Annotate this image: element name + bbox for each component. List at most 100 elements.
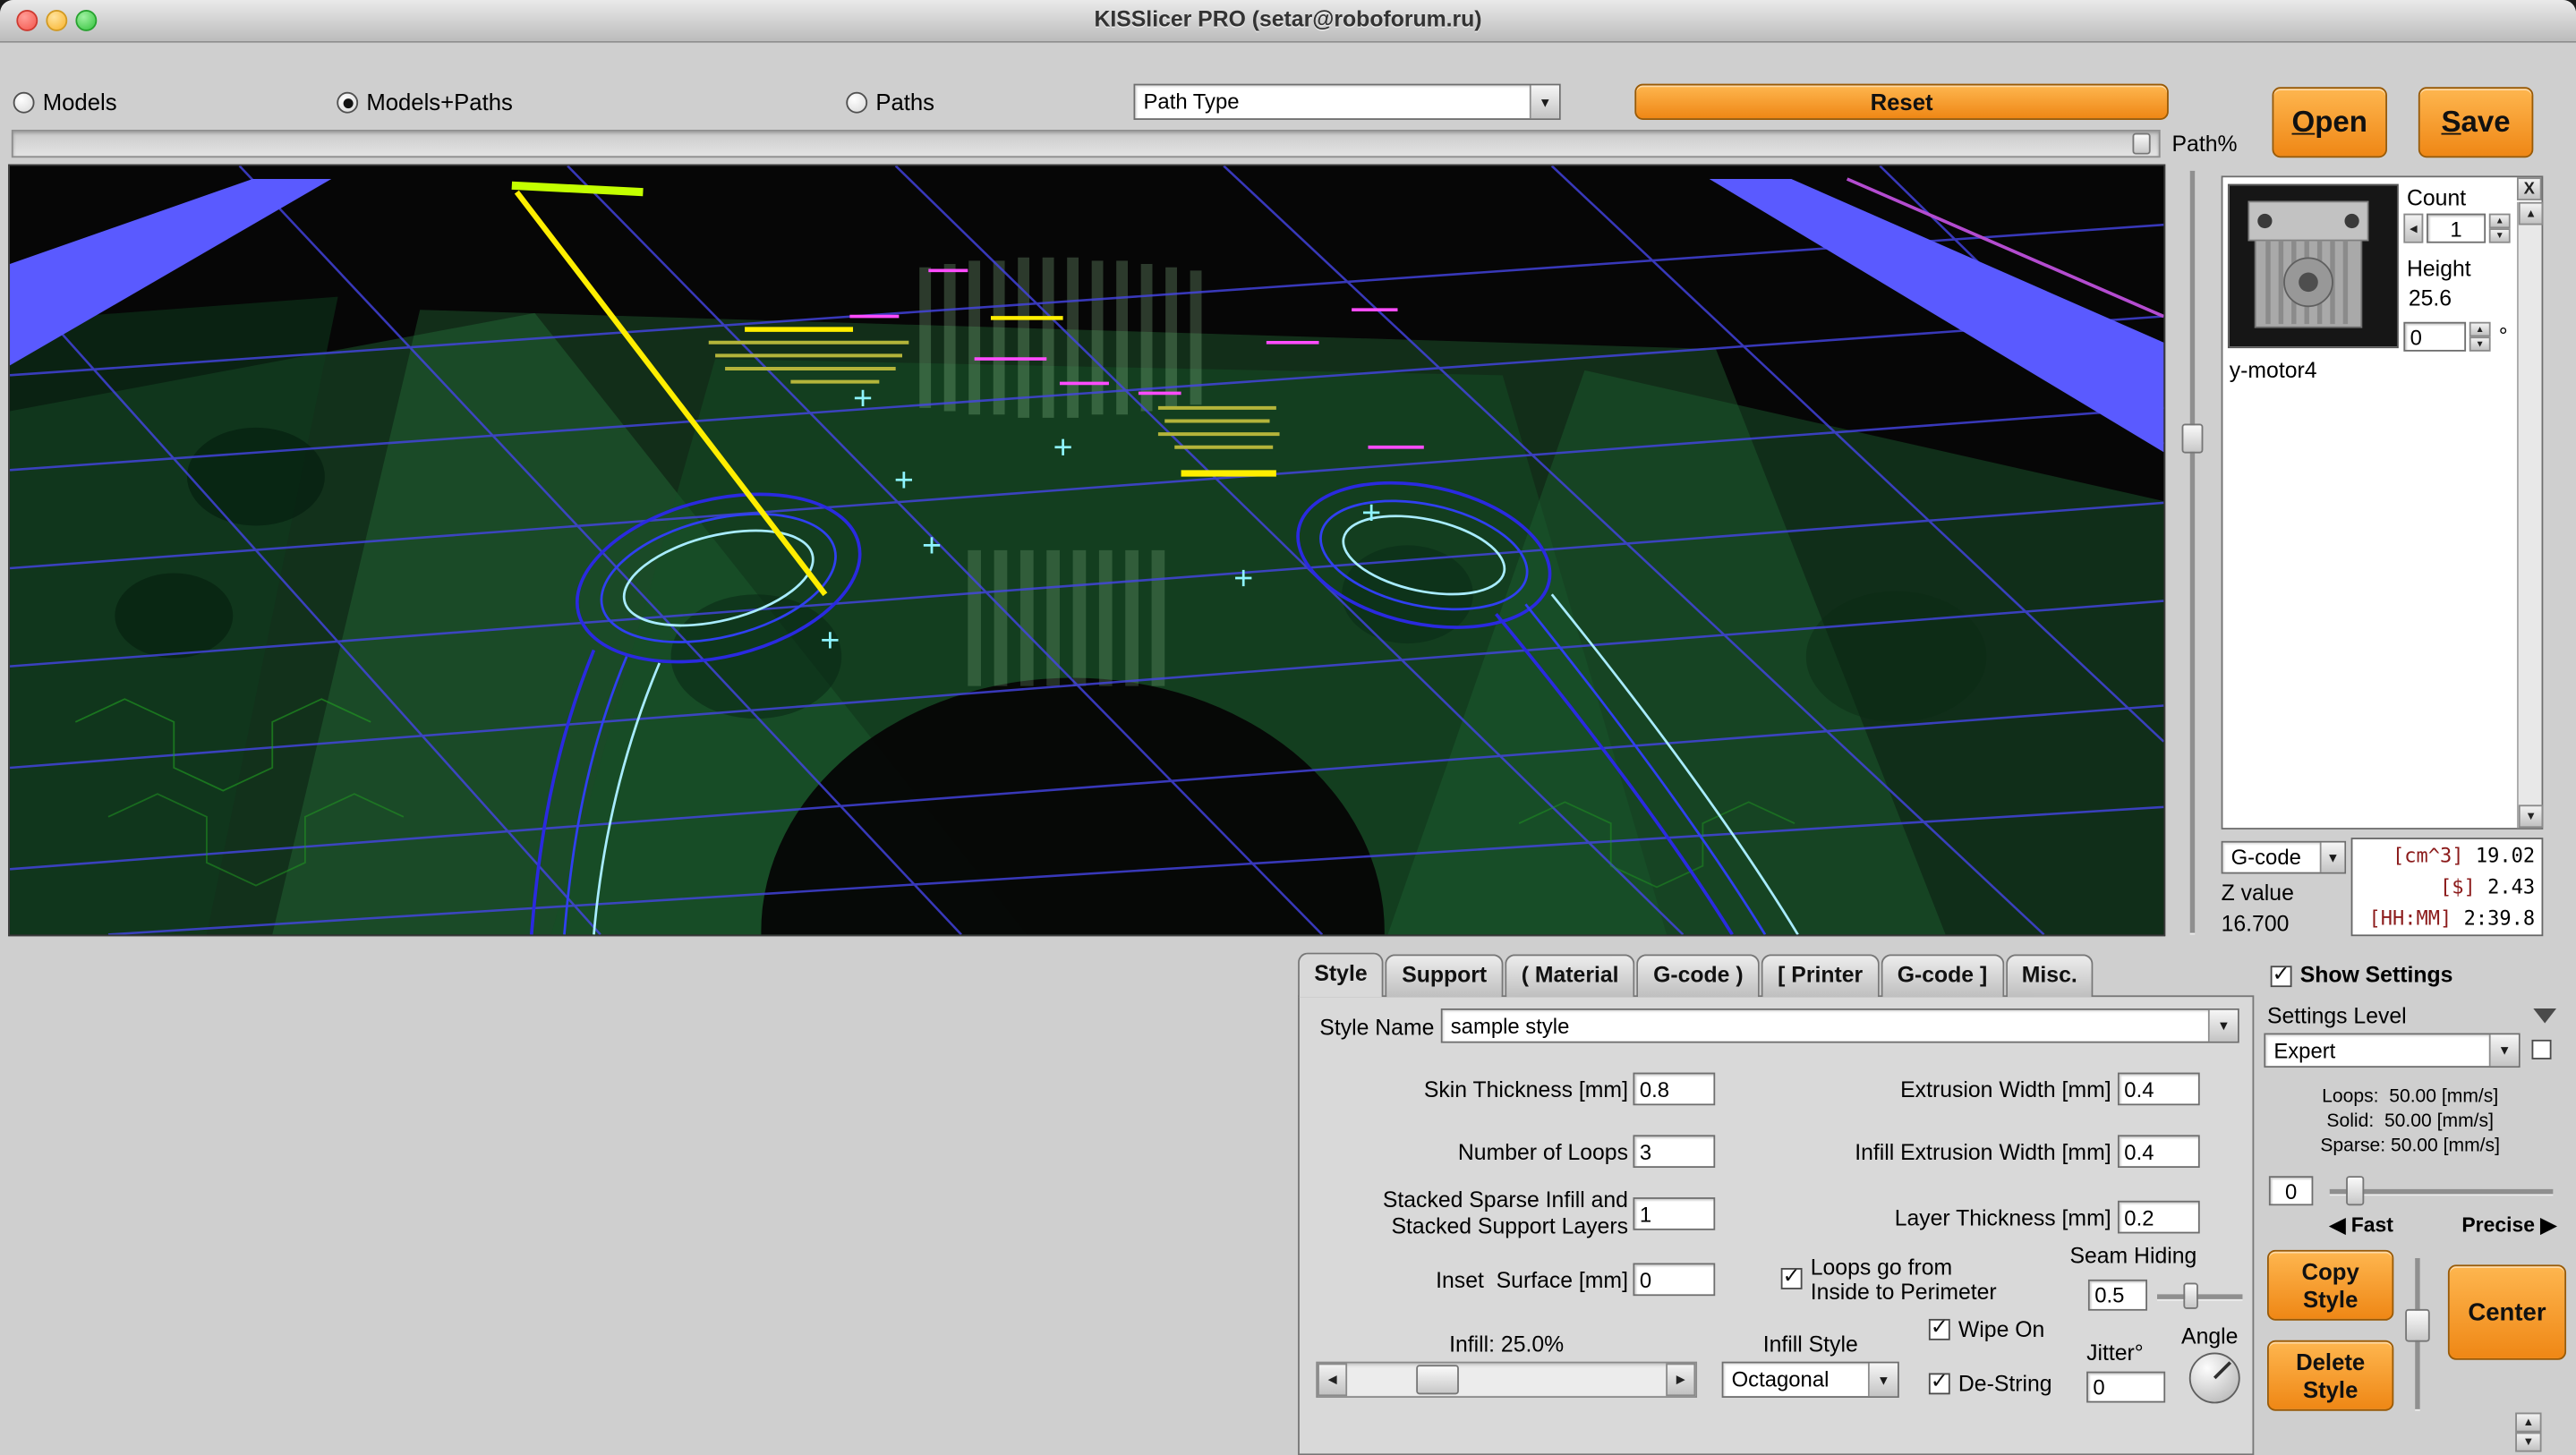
copy-style-button[interactable]: Copy Style bbox=[2267, 1250, 2393, 1321]
count-decrement-icon[interactable]: ◀ bbox=[2403, 214, 2423, 243]
layer-thickness-label: Layer Thickness [mm] bbox=[1786, 1205, 2111, 1230]
reset-button[interactable]: Reset bbox=[1634, 84, 2169, 120]
settings-level-chevron-down-icon[interactable]: ▼ bbox=[2489, 1034, 2519, 1066]
view-slider-track[interactable] bbox=[2190, 171, 2196, 933]
count-spin-down-icon[interactable]: ▼ bbox=[2489, 228, 2511, 243]
corner-scrollbar[interactable]: ▲ ▼ bbox=[2515, 1413, 2541, 1452]
model-thumbnail-render bbox=[2230, 185, 2397, 346]
style-name-label: Style Name bbox=[1303, 1015, 1435, 1040]
infill-style-chevron-down-icon[interactable]: ▼ bbox=[1868, 1363, 1898, 1396]
style-name-chevron-down-icon[interactable]: ▼ bbox=[2208, 1010, 2238, 1042]
save-button[interactable]: Save bbox=[2418, 87, 2533, 157]
path-percent-slider[interactable] bbox=[12, 130, 2161, 157]
radio-models[interactable] bbox=[13, 92, 35, 114]
radio-models-paths-label: Models+Paths bbox=[366, 89, 513, 115]
path-percent-label: Path% bbox=[2172, 132, 2238, 157]
delete-style-button[interactable]: Delete Style bbox=[2267, 1340, 2393, 1411]
jitter-label: Jitter° bbox=[2086, 1340, 2144, 1366]
rotation-spin-up-icon[interactable]: ▲ bbox=[2469, 322, 2491, 337]
fast-label: ◀ Fast bbox=[2330, 1212, 2393, 1238]
stacked-layers-input[interactable] bbox=[1633, 1197, 1715, 1230]
tab-misc[interactable]: Misc. bbox=[2005, 954, 2094, 997]
show-settings-checkbox[interactable] bbox=[2271, 966, 2292, 987]
settings-level-lock-checkbox[interactable] bbox=[2532, 1040, 2552, 1059]
infill-extrusion-width-input[interactable] bbox=[2118, 1135, 2200, 1168]
tab-printer[interactable]: [ Printer bbox=[1761, 954, 1880, 997]
extrusion-width-label: Extrusion Width [mm] bbox=[1786, 1077, 2111, 1102]
settings-level-dropdown[interactable]: Expert ▼ bbox=[2264, 1034, 2520, 1068]
rotation-spin-down-icon[interactable]: ▼ bbox=[2469, 336, 2491, 352]
model-list-scrollbar[interactable]: ▲ ▼ bbox=[2517, 202, 2542, 828]
seam-hiding-slider[interactable] bbox=[2157, 1294, 2242, 1299]
tab-material-gcode[interactable]: G-code ) bbox=[1637, 954, 1760, 997]
inset-surface-input[interactable] bbox=[1633, 1263, 1715, 1296]
inset-surface-label: Inset Surface [mm] bbox=[1313, 1268, 1628, 1293]
path-type-chevron-down-icon[interactable]: ▼ bbox=[1530, 85, 1559, 118]
path-percent-slider-thumb[interactable] bbox=[2132, 133, 2150, 155]
number-of-loops-input[interactable] bbox=[1633, 1135, 1715, 1168]
rotation-spinner[interactable]: ▲ ▼ bbox=[2469, 322, 2491, 352]
viewport-3d-render bbox=[10, 166, 2163, 934]
gcode-dropdown[interactable]: G-code ▼ bbox=[2222, 841, 2346, 874]
loops-inside-checkbox[interactable] bbox=[1781, 1268, 1803, 1289]
angle-label: Angle bbox=[2173, 1323, 2246, 1349]
jitter-input[interactable] bbox=[2086, 1372, 2165, 1403]
destring-checkbox[interactable] bbox=[1929, 1373, 1950, 1394]
loops-inside-label-line1: Loops go from bbox=[1811, 1255, 1952, 1280]
infill-slider-thumb[interactable] bbox=[1416, 1365, 1459, 1394]
infill-slider[interactable]: ◀ ▶ bbox=[1316, 1362, 1697, 1398]
extrusion-width-input[interactable] bbox=[2118, 1073, 2200, 1106]
scroll-up-icon[interactable]: ▲ bbox=[2519, 202, 2544, 225]
stat-time: [HH:MM] 2:39.8 bbox=[2352, 904, 2541, 935]
layer-thickness-input[interactable] bbox=[2118, 1201, 2200, 1234]
count-spin-up-icon[interactable]: ▲ bbox=[2489, 214, 2511, 229]
viewport-3d[interactable] bbox=[8, 165, 2165, 937]
radio-paths[interactable] bbox=[846, 92, 867, 114]
solid-speed-label: Solid: 50.00 [mm/s] bbox=[2264, 1112, 2556, 1132]
infill-style-dropdown[interactable]: Octagonal ▼ bbox=[1722, 1362, 1899, 1398]
gcode-chevron-down-icon[interactable]: ▼ bbox=[2320, 843, 2345, 872]
seam-hiding-input[interactable] bbox=[2088, 1280, 2147, 1311]
corner-scroll-up-icon[interactable]: ▲ bbox=[2515, 1413, 2541, 1433]
open-button[interactable]: Open bbox=[2272, 87, 2386, 157]
style-slider-thumb[interactable] bbox=[2405, 1309, 2430, 1342]
tab-style[interactable]: Style bbox=[1298, 953, 1384, 998]
z-value-label: Z value bbox=[2222, 881, 2294, 906]
infill-slider-right-icon[interactable]: ▶ bbox=[1666, 1363, 1695, 1396]
corner-scroll-down-icon[interactable]: ▼ bbox=[2515, 1433, 2541, 1452]
style-name-combo[interactable]: sample style ▼ bbox=[1441, 1008, 2239, 1043]
angle-knob-dial bbox=[2187, 1350, 2242, 1406]
number-of-loops-label: Number of Loops bbox=[1313, 1140, 1628, 1165]
titlebar: KISSlicer PRO (setar@roboforum.ru) bbox=[0, 0, 2576, 43]
stacked-layers-label-line2: Stacked Support Layers bbox=[1313, 1213, 1628, 1238]
wipe-on-checkbox[interactable] bbox=[1929, 1319, 1950, 1340]
gcode-dropdown-value: G-code bbox=[2231, 845, 2301, 870]
model-name-label: y-motor4 bbox=[2230, 358, 2317, 383]
skin-thickness-input[interactable] bbox=[1633, 1073, 1715, 1106]
seam-hiding-slider-thumb[interactable] bbox=[2183, 1283, 2198, 1309]
radio-models-paths[interactable] bbox=[337, 92, 358, 114]
style-settings-panel: Style Name sample style ▼ Skin Thickness… bbox=[1298, 995, 2254, 1455]
tab-material[interactable]: ( Material bbox=[1505, 954, 1635, 997]
count-spinner[interactable]: ▲ ▼ bbox=[2489, 214, 2511, 243]
model-thumbnail[interactable] bbox=[2228, 184, 2399, 349]
angle-knob[interactable] bbox=[2187, 1350, 2242, 1406]
infill-slider-left-icon[interactable]: ◀ bbox=[1318, 1363, 1347, 1396]
show-settings-label: Show Settings bbox=[2300, 963, 2453, 988]
rotation-input[interactable] bbox=[2403, 322, 2466, 352]
center-button[interactable]: Center bbox=[2448, 1264, 2566, 1359]
model-close-button[interactable]: X bbox=[2517, 177, 2542, 200]
height-value: 25.6 bbox=[2409, 285, 2452, 311]
speed-quality-input[interactable] bbox=[2269, 1176, 2314, 1205]
stat-cost: [$] 2.43 bbox=[2352, 872, 2541, 904]
tab-support[interactable]: Support bbox=[1386, 954, 1504, 997]
window-title: KISSlicer PRO (setar@roboforum.ru) bbox=[0, 6, 2576, 31]
speed-quality-slider-thumb[interactable] bbox=[2346, 1176, 2364, 1205]
scroll-down-icon[interactable]: ▼ bbox=[2519, 804, 2544, 828]
settings-level-expand-icon[interactable] bbox=[2533, 1008, 2556, 1024]
path-type-dropdown[interactable]: Path Type ▼ bbox=[1133, 84, 1560, 120]
tab-printer-gcode[interactable]: G-code ] bbox=[1881, 954, 2003, 997]
infill-style-value: Octagonal bbox=[1732, 1367, 1830, 1392]
count-input[interactable] bbox=[2427, 214, 2486, 243]
view-slider-thumb[interactable] bbox=[2182, 424, 2204, 454]
